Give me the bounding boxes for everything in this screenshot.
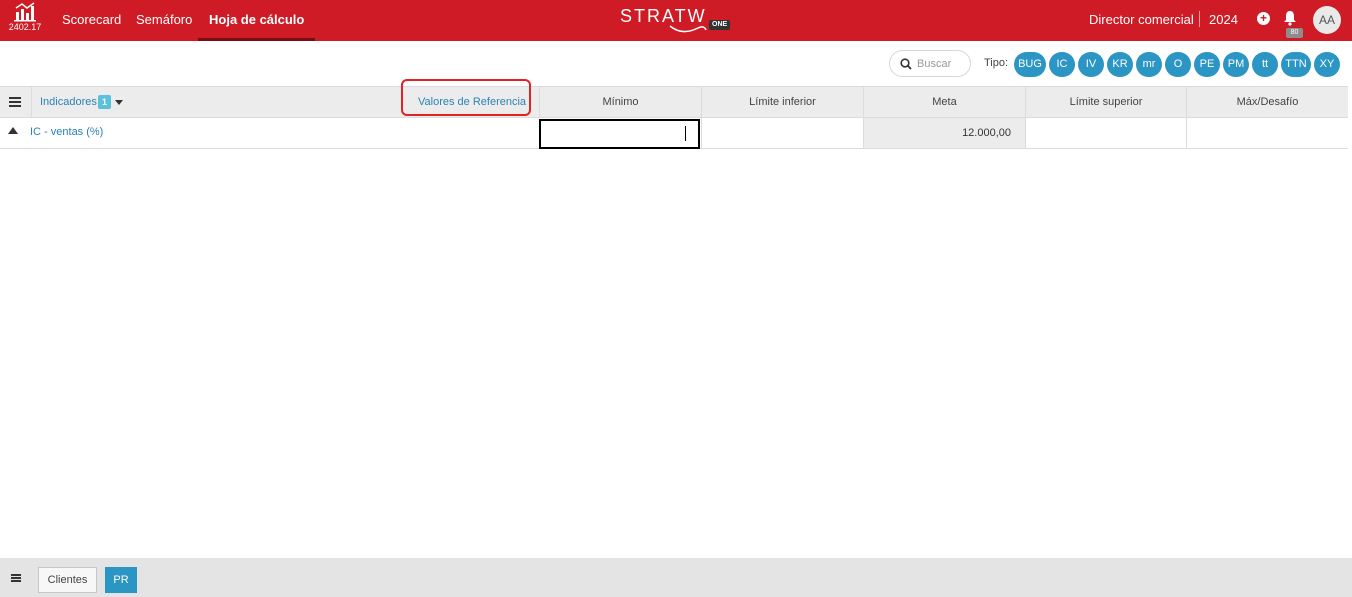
- year-selector[interactable]: 2024: [1209, 0, 1238, 39]
- column-header-max-desafio[interactable]: Máx/Desafío: [1186, 87, 1348, 118]
- footer-pr-button[interactable]: PR: [105, 567, 137, 593]
- brand-suffix: ONE: [709, 20, 731, 30]
- cell-meta[interactable]: 12.000,00: [863, 118, 1025, 148]
- type-chip-iv[interactable]: IV: [1078, 52, 1104, 77]
- bell-icon[interactable]: [1283, 10, 1299, 28]
- footer-bar: Clientes PR: [0, 558, 1352, 597]
- footer-menu-icon[interactable]: [11, 574, 21, 582]
- cell-minimo-editing[interactable]: [539, 119, 700, 149]
- column-header-minimo[interactable]: Mínimo: [539, 87, 701, 118]
- type-chip-o[interactable]: O: [1165, 52, 1191, 77]
- text-cursor: [685, 126, 686, 141]
- column-header-limite-inferior[interactable]: Límite inferior: [701, 87, 863, 118]
- brand-logo: STRATW ONE: [620, 6, 732, 34]
- brand-swoosh-icon: [669, 25, 707, 33]
- search-input[interactable]: [917, 56, 967, 72]
- user-role[interactable]: Director comercial: [1089, 0, 1194, 39]
- user-avatar[interactable]: AA: [1313, 6, 1341, 34]
- grid-header: Indicadores 1 Valores de Referencia Míni…: [0, 86, 1348, 118]
- indicator-name[interactable]: IC - ventas (%): [30, 126, 103, 138]
- notification-count-badge: 80: [1286, 28, 1303, 38]
- app-root: 2402.17 Scorecard Semáforo Hoja de cálcu…: [0, 0, 1352, 597]
- cell-max-desafio[interactable]: [1186, 118, 1348, 148]
- type-chip-xy[interactable]: XY: [1314, 52, 1340, 77]
- chart-logo-icon: [14, 2, 36, 22]
- type-chip-kr[interactable]: KR: [1107, 52, 1133, 77]
- plus-circle-icon[interactable]: +: [1257, 12, 1270, 25]
- table-row: IC - ventas (%) 12.000,00: [0, 118, 1348, 149]
- collapse-triangle-icon[interactable]: [8, 127, 18, 134]
- type-chip-ttn[interactable]: TTN: [1281, 52, 1311, 77]
- app-version: 2402.17: [8, 22, 42, 32]
- cell-limite-superior[interactable]: [1025, 118, 1186, 148]
- column-header-meta[interactable]: Meta: [863, 87, 1025, 118]
- nav-semaforo[interactable]: Semáforo: [136, 0, 192, 41]
- caret-down-icon[interactable]: [115, 100, 123, 105]
- type-chip-pe[interactable]: PE: [1194, 52, 1220, 77]
- search-box[interactable]: [889, 50, 971, 77]
- nav-hoja-de-calculo[interactable]: Hoja de cálculo: [198, 0, 316, 41]
- header-divider: [1199, 11, 1200, 27]
- type-chip-pm[interactable]: PM: [1223, 52, 1249, 77]
- search-icon: [900, 58, 912, 70]
- cell-limite-inferior[interactable]: [701, 118, 863, 148]
- indicators-count-badge: 1: [98, 95, 111, 109]
- app-logo[interactable]: 2402.17: [8, 2, 42, 38]
- footer-tab-clientes[interactable]: Clientes: [38, 567, 97, 593]
- nav-scorecard[interactable]: Scorecard: [62, 0, 121, 41]
- reference-values-link[interactable]: Valores de Referencia: [418, 96, 526, 108]
- column-header-limite-superior[interactable]: Límite superior: [1025, 87, 1186, 118]
- type-filter-label: Tipo:: [984, 57, 1009, 69]
- type-chip-bug[interactable]: BUG: [1014, 52, 1046, 77]
- type-chip-ic[interactable]: IC: [1049, 52, 1075, 77]
- grid-menu-icon[interactable]: [9, 97, 21, 107]
- indicators-column-label[interactable]: Indicadores: [40, 96, 97, 108]
- type-chip-mr[interactable]: mr: [1136, 52, 1162, 77]
- type-chip-tt[interactable]: tt: [1252, 52, 1278, 77]
- top-bar: 2402.17 Scorecard Semáforo Hoja de cálcu…: [0, 0, 1352, 41]
- header-divider: [31, 87, 32, 118]
